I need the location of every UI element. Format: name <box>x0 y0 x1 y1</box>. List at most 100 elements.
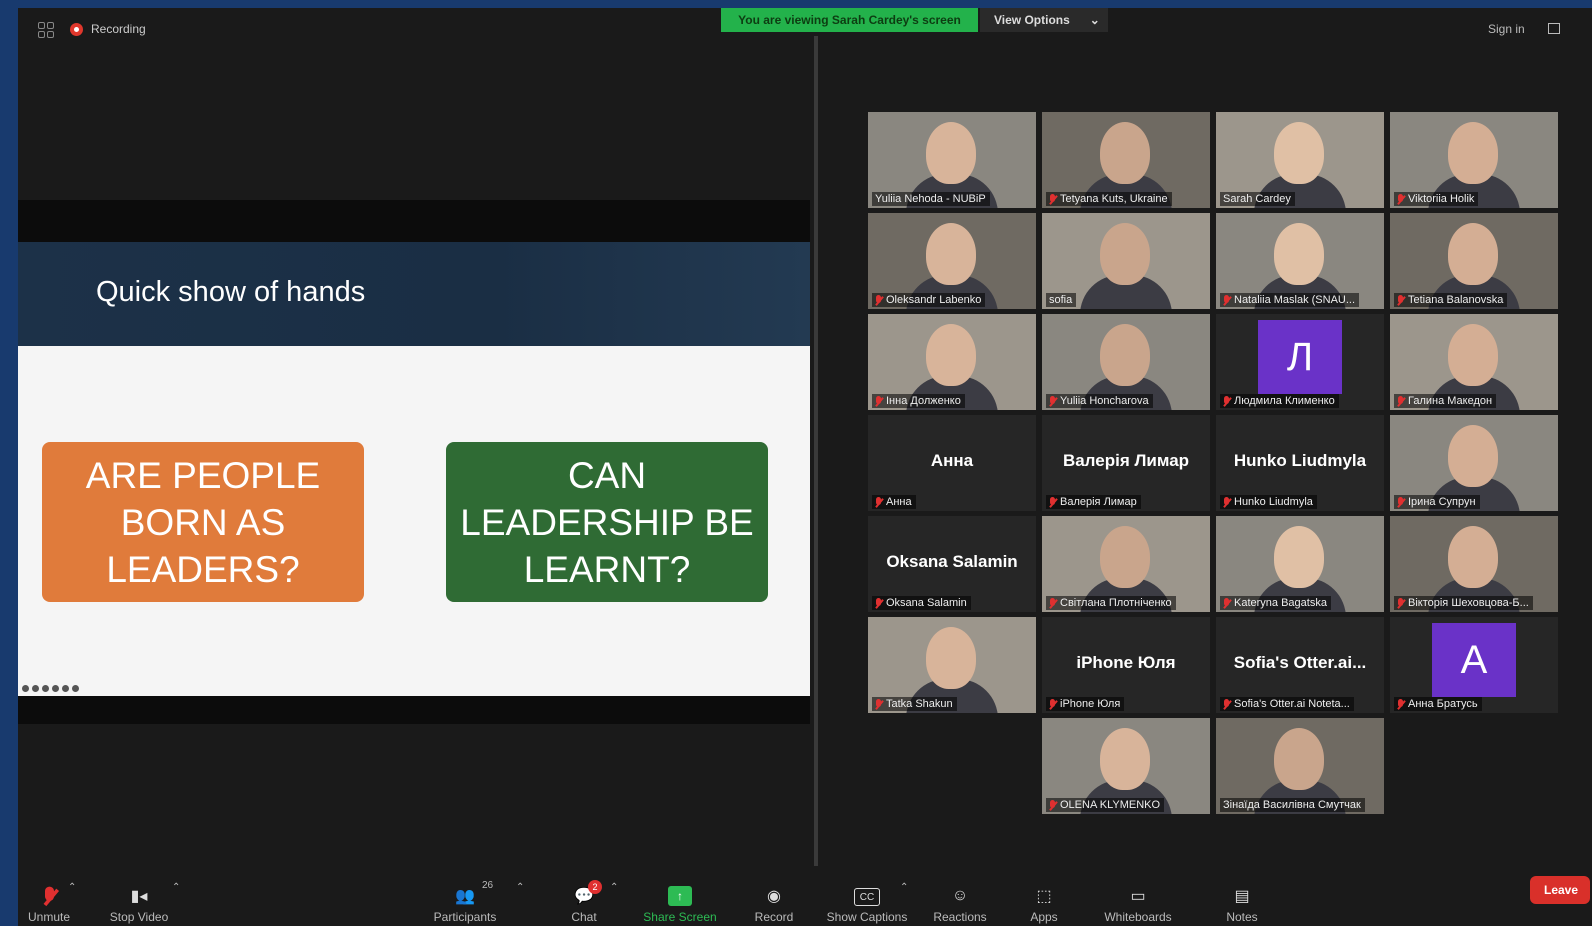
slide-letterbox-bottom <box>18 696 810 724</box>
participant-name-label: Hunko Liudmyla <box>1220 495 1317 509</box>
participant-tile[interactable]: Світлана Плотніченко <box>1042 516 1210 612</box>
participant-display-name: Hunko Liudmyla <box>1233 451 1367 470</box>
video-options-caret[interactable]: ⌃ <box>172 882 180 893</box>
participant-name: OLENA KLYMENKO <box>1060 799 1161 811</box>
participant-tile[interactable]: Yuliia Nehoda - NUBiP <box>868 112 1036 208</box>
chat-button[interactable]: 💬 2 Chat <box>564 866 604 926</box>
participant-name-label: Зінаїда Василівна Смутчак <box>1220 798 1365 812</box>
whiteboards-button[interactable]: ▭ Whiteboards <box>1100 866 1176 926</box>
annotation-tools[interactable] <box>22 685 79 692</box>
chat-caret[interactable]: ⌃ <box>610 882 618 893</box>
notes-button[interactable]: ▤ Notes <box>1224 866 1260 926</box>
participant-tile[interactable]: iPhone Юля iPhone Юля <box>1042 617 1210 713</box>
participant-name-label: Kateryna Bagatska <box>1220 596 1331 610</box>
participant-tile[interactable]: Tetiana Balanovska <box>1390 213 1558 309</box>
participant-face <box>1274 122 1324 184</box>
muted-mic-icon <box>1223 597 1230 609</box>
participant-face <box>1274 728 1324 790</box>
participant-tile[interactable]: Л Людмила Клименко <box>1216 314 1384 410</box>
participant-tile[interactable]: Viktoriia Holik <box>1390 112 1558 208</box>
chat-badge: 2 <box>588 880 602 894</box>
participant-tile[interactable]: Ірина Супрун <box>1390 415 1558 511</box>
meeting-toolbar: Unmute ⌃ ▮◂ Stop Video ⌃ 👥 Participants … <box>18 866 1592 926</box>
muted-mic-icon <box>875 698 882 710</box>
muted-mic-icon <box>1397 294 1404 306</box>
split-divider[interactable] <box>814 36 818 866</box>
chat-icon: 💬 2 <box>572 880 602 906</box>
whiteboard-icon: ▭ <box>1130 888 1146 905</box>
participant-face <box>1100 122 1150 184</box>
muted-mic-icon <box>1049 799 1056 811</box>
more-icon[interactable] <box>72 685 79 692</box>
pen-icon[interactable] <box>22 685 29 692</box>
participant-tile[interactable]: Hunko Liudmyla Hunko Liudmyla <box>1216 415 1384 511</box>
participant-name: Інна Долженко <box>886 395 961 407</box>
slides-icon[interactable] <box>42 685 49 692</box>
participant-face <box>1448 425 1498 487</box>
zoom-icon[interactable] <box>32 685 39 692</box>
show-captions-button[interactable]: CC Show Captions <box>824 866 910 926</box>
participant-tile[interactable]: Oksana Salamin Oksana Salamin <box>868 516 1036 612</box>
gallery-grid-icon[interactable] <box>38 22 54 38</box>
participant-tile[interactable]: Sofia's Otter.ai... Sofia's Otter.ai Note… <box>1216 617 1384 713</box>
muted-mic-icon <box>875 496 882 508</box>
participant-tile[interactable]: sofia <box>1042 213 1210 309</box>
participant-tile[interactable]: Nataliia Maslak (SNAU... <box>1216 213 1384 309</box>
participant-tile[interactable]: Зінаїда Василівна Смутчак <box>1216 718 1384 814</box>
participant-name: Tetiana Balanovska <box>1408 294 1504 306</box>
reactions-button[interactable]: ☺ Reactions <box>932 866 988 926</box>
unmute-button[interactable]: Unmute <box>22 866 76 926</box>
muted-mic-icon <box>1223 395 1230 407</box>
participant-tile[interactable]: Kateryna Bagatska <box>1216 516 1384 612</box>
leave-button[interactable]: Leave <box>1530 876 1590 904</box>
participant-tile[interactable]: Yuliia Honcharova <box>1042 314 1210 410</box>
participant-tile[interactable]: Sarah Cardey <box>1216 112 1384 208</box>
muted-mic-icon <box>1223 496 1230 508</box>
captions-caret[interactable]: ⌃ <box>900 882 908 893</box>
participant-tile[interactable]: Tetyana Kuts, Ukraine <box>1042 112 1210 208</box>
record-button[interactable]: ◉ Record <box>752 866 796 926</box>
participant-face <box>1274 223 1324 285</box>
participant-tile[interactable]: A Анна Братусь <box>1390 617 1558 713</box>
participants-button[interactable]: 👥 Participants <box>428 866 502 926</box>
muted-mic-icon <box>1223 698 1230 710</box>
participant-name: Зінаїда Василівна Смутчак <box>1223 799 1361 811</box>
participant-tile[interactable]: Інна Долженко <box>868 314 1036 410</box>
video-icon[interactable] <box>52 685 59 692</box>
audio-options-caret[interactable]: ⌃ <box>68 882 76 893</box>
view-options-button[interactable]: View Options ⌄ <box>980 8 1108 32</box>
participant-name: Tatka Shakun <box>886 698 953 710</box>
participant-face <box>1448 324 1498 386</box>
participant-tile[interactable]: Вікторія Шеховцова-Б... <box>1390 516 1558 612</box>
participant-name: Viktoriia Holik <box>1408 193 1475 205</box>
participant-name-label: Анна Братусь <box>1394 697 1482 711</box>
participants-count: 26 <box>482 880 494 891</box>
participant-name: Hunko Liudmyla <box>1234 496 1313 508</box>
sign-in-link[interactable]: Sign in <box>1488 22 1525 36</box>
participant-tile[interactable]: OLENA KLYMENKO <box>1042 718 1210 814</box>
participant-name: iPhone Юля <box>1060 698 1121 710</box>
participant-face <box>1100 324 1150 386</box>
participant-face <box>1100 728 1150 790</box>
participant-tile[interactable]: Галина Македон <box>1390 314 1558 410</box>
apps-button[interactable]: ⬚ Apps <box>1028 866 1060 926</box>
stop-video-button[interactable]: ▮◂ Stop Video <box>104 866 174 926</box>
share-screen-button[interactable]: ↑ Share Screen <box>642 866 718 926</box>
view-layout-icon[interactable] <box>1548 23 1560 34</box>
participants-caret[interactable]: ⌃ <box>516 882 524 893</box>
question-box-learnt: CAN LEADERSHIP BE LEARNT? <box>446 442 768 602</box>
participant-name-label: Людмила Клименко <box>1220 394 1339 408</box>
participant-name-label: Oleksandr Labenko <box>872 293 986 307</box>
participant-face <box>1274 526 1324 588</box>
participant-tile[interactable]: Валерія Лимар Валерія Лимар <box>1042 415 1210 511</box>
settings-icon[interactable] <box>62 685 69 692</box>
muted-mic-icon <box>1397 597 1404 609</box>
participant-tile[interactable]: Анна Анна <box>868 415 1036 511</box>
participant-tile[interactable]: Tatka Shakun <box>868 617 1036 713</box>
muted-mic-icon <box>1049 597 1056 609</box>
participant-tile[interactable]: Oleksandr Labenko <box>868 213 1036 309</box>
participant-name-label: Галина Македон <box>1394 394 1497 408</box>
participant-name: Yuliia Honcharova <box>1060 395 1149 407</box>
participant-name-label: Tetyana Kuts, Ukraine <box>1046 192 1172 206</box>
participant-name-label: Viktoriia Holik <box>1394 192 1479 206</box>
